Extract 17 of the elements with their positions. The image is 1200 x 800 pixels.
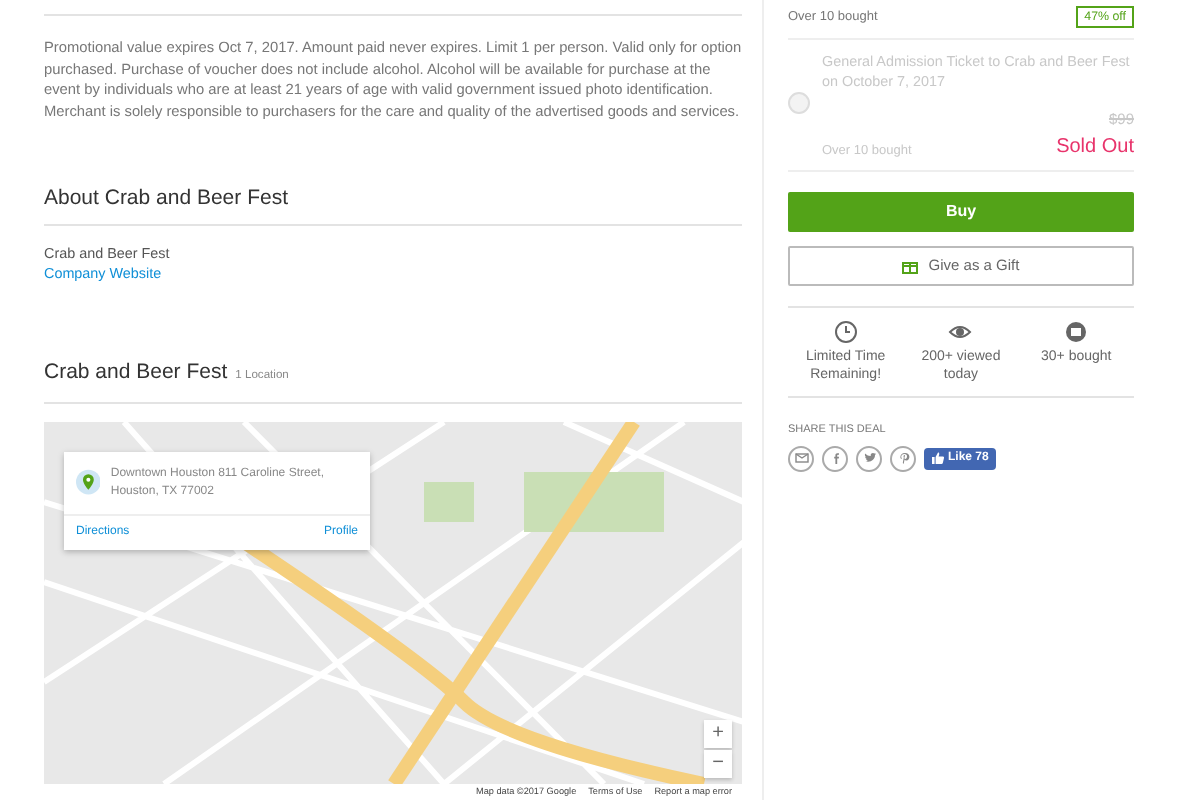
zoom-in-button[interactable]: + xyxy=(704,720,732,748)
gift-icon xyxy=(902,257,919,274)
thumbs-up-icon xyxy=(932,452,944,465)
pinterest-icon xyxy=(895,450,911,467)
share-button[interactable] xyxy=(822,445,848,472)
bird-icon xyxy=(861,450,877,467)
share-button[interactable] xyxy=(788,445,814,472)
section-heading: Crab and Beer Fest xyxy=(44,358,228,389)
email-icon xyxy=(793,450,809,467)
clock-icon xyxy=(833,319,858,344)
share-button[interactable] xyxy=(856,445,882,472)
sold-out-label: Sold Out xyxy=(1056,133,1134,162)
buy-button[interactable]: Buy xyxy=(788,191,1134,232)
section-heading: About Crab and Beer Fest xyxy=(44,186,290,214)
zoom-out-button[interactable]: − xyxy=(704,750,732,778)
share-button[interactable] xyxy=(890,445,916,472)
map-pin-icon xyxy=(76,465,101,498)
